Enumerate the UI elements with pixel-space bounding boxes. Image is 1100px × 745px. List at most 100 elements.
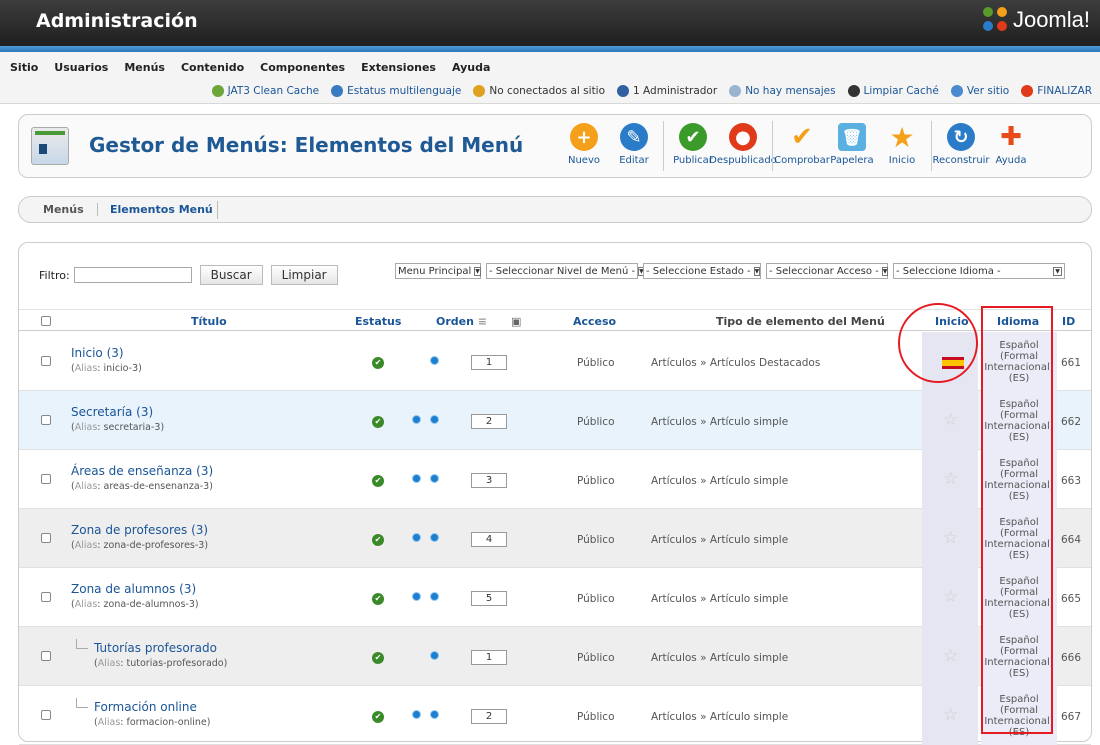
order-input[interactable]: 1: [471, 650, 507, 665]
alias-value: zona-de-alumnos-3: [103, 599, 195, 610]
move-up-icon[interactable]: [412, 415, 421, 424]
move-up-icon[interactable]: [412, 474, 421, 483]
access-select[interactable]: - Seleccionar Acceso - ▼: [766, 263, 889, 279]
papelera-button[interactable]: 🗑 Papelera: [829, 119, 875, 173]
alias-label: Alias: [74, 481, 98, 492]
access-value: Público: [577, 416, 615, 428]
inicio-button[interactable]: ★ Inicio: [879, 119, 925, 173]
order-input[interactable]: 3: [471, 473, 507, 488]
published-check-icon[interactable]: ✔: [372, 652, 384, 664]
editar-button[interactable]: ✎ Editar: [611, 119, 657, 173]
move-down-icon[interactable]: [430, 356, 439, 365]
save-order-icon[interactable]: ▣: [511, 315, 521, 328]
top-menu-componentes[interactable]: Componentes: [252, 61, 353, 74]
published-check-icon[interactable]: ✔: [372, 711, 384, 723]
tab-menus[interactable]: Menús: [43, 203, 84, 216]
top-menu-usuarios[interactable]: Usuarios: [46, 61, 116, 74]
published-check-icon[interactable]: ✔: [372, 475, 384, 487]
menu-select[interactable]: Menu Principal ▼: [395, 263, 481, 279]
star-outline-icon[interactable]: ☆: [943, 410, 958, 430]
row-title-link[interactable]: Áreas de enseñanza (3): [71, 464, 213, 478]
row-title-link[interactable]: Formación online: [94, 700, 210, 714]
row-checkbox[interactable]: [41, 356, 51, 366]
row-title-link[interactable]: Zona de profesores (3): [71, 523, 208, 537]
admin-title: Administración: [36, 10, 198, 32]
order-input[interactable]: 1: [471, 355, 507, 370]
row-checkbox[interactable]: [41, 474, 51, 484]
level-select[interactable]: - Seleccionar Nivel de Menú - ▼: [486, 263, 645, 279]
star-outline-icon[interactable]: ☆: [943, 705, 958, 725]
top-menu-ayuda[interactable]: Ayuda: [444, 61, 498, 74]
published-check-icon[interactable]: ✔: [372, 416, 384, 428]
state-select[interactable]: - Seleccione Estado - ▼: [643, 263, 761, 279]
status-limpiar-cache[interactable]: Limpiar Caché: [847, 85, 939, 97]
status-no-hay-mensajes[interactable]: No hay mensajes: [729, 85, 836, 97]
alias-label: Alias: [97, 658, 121, 669]
language-select[interactable]: - Seleccione Idioma - ▼: [893, 263, 1065, 279]
column-title[interactable]: Título: [191, 315, 227, 328]
move-up-icon[interactable]: [412, 592, 421, 601]
row-alias: (Alias: formacion-online): [94, 717, 211, 728]
published-check-icon[interactable]: ✔: [372, 357, 384, 369]
tab-menu-items[interactable]: Elementos Menú: [97, 203, 213, 216]
status-ver-sitio[interactable]: Ver sitio: [950, 85, 1009, 97]
id-value: 663: [1061, 475, 1082, 487]
comprobar-button[interactable]: ✔ Comprobar: [774, 119, 830, 173]
search-button[interactable]: Buscar: [199, 265, 263, 285]
row-title-link[interactable]: Tutorías profesorado: [94, 641, 227, 655]
column-type[interactable]: Tipo de elemento del Menú: [716, 315, 885, 328]
joomla-brand[interactable]: Joomla!: [982, 7, 1090, 33]
ayuda-button[interactable]: ✚ Ayuda: [988, 119, 1034, 173]
order-input[interactable]: 4: [471, 532, 507, 547]
row-title-link[interactable]: Zona de alumnos (3): [71, 582, 199, 596]
row-checkbox[interactable]: [41, 710, 51, 720]
move-down-icon[interactable]: [430, 533, 439, 542]
move-down-icon[interactable]: [430, 415, 439, 424]
row-checkbox[interactable]: [41, 533, 51, 543]
status-jat3-clean-cache[interactable]: JAT3 Clean Cache: [211, 85, 319, 97]
star-outline-icon[interactable]: ☆: [943, 469, 958, 489]
logout-icon: [1021, 85, 1034, 97]
top-menu-menus[interactable]: Menús: [116, 61, 173, 74]
move-down-icon[interactable]: [430, 474, 439, 483]
top-menu-sitio[interactable]: Sitio: [8, 61, 46, 74]
row-title-link[interactable]: Inicio (3): [71, 346, 142, 360]
row-alias: (Alias: zona-de-alumnos-3): [71, 599, 199, 610]
help-icon: ✚: [1000, 122, 1022, 152]
select-all-checkbox[interactable]: [41, 316, 51, 326]
star-outline-icon[interactable]: ☆: [943, 646, 958, 666]
row-checkbox[interactable]: [41, 651, 51, 661]
top-menu-contenido[interactable]: Contenido: [173, 61, 252, 74]
status-estatus-multilenguaje[interactable]: Estatus multilenguaje: [331, 85, 461, 97]
star-outline-icon[interactable]: ☆: [943, 528, 958, 548]
move-up-icon[interactable]: [412, 533, 421, 542]
move-down-icon[interactable]: [430, 592, 439, 601]
status-1-administrador[interactable]: 1 Administrador: [617, 85, 717, 97]
published-check-icon[interactable]: ✔: [372, 534, 384, 546]
reconstruir-button[interactable]: ↻ Reconstruir: [932, 119, 990, 173]
move-up-icon[interactable]: [412, 710, 421, 719]
column-status[interactable]: Estatus: [355, 315, 401, 328]
move-down-icon[interactable]: [430, 710, 439, 719]
row-checkbox[interactable]: [41, 415, 51, 425]
move-down-icon[interactable]: [430, 651, 439, 660]
menu-bar: Sitio Usuarios Menús Contenido Componentes Ex…: [0, 52, 1100, 104]
status-no-conectados-al-sitio[interactable]: No conectados al sitio: [473, 85, 605, 97]
star-outline-icon[interactable]: ☆: [943, 587, 958, 607]
top-menu-extensiones[interactable]: Extensiones: [353, 61, 444, 74]
order-input[interactable]: 2: [471, 709, 507, 724]
column-access[interactable]: Acceso: [573, 315, 616, 328]
despublicado-button[interactable]: ● Despublicado: [709, 119, 777, 173]
column-id[interactable]: ID: [1062, 315, 1075, 328]
clear-button[interactable]: Limpiar: [270, 265, 338, 285]
filter-input[interactable]: [73, 267, 192, 283]
row-title-link[interactable]: Secretaría (3): [71, 405, 164, 419]
published-check-icon[interactable]: ✔: [372, 593, 384, 605]
column-order[interactable]: Orden ≡: [436, 315, 487, 328]
nuevo-button[interactable]: + Nuevo: [561, 119, 607, 173]
order-input[interactable]: 5: [471, 591, 507, 606]
row-checkbox[interactable]: [41, 592, 51, 602]
row-title-cell: Áreas de enseñanza (3) (Alias: areas-de-e…: [71, 464, 213, 492]
status-finalizar[interactable]: FINALIZAR: [1021, 85, 1092, 97]
order-input[interactable]: 2: [471, 414, 507, 429]
